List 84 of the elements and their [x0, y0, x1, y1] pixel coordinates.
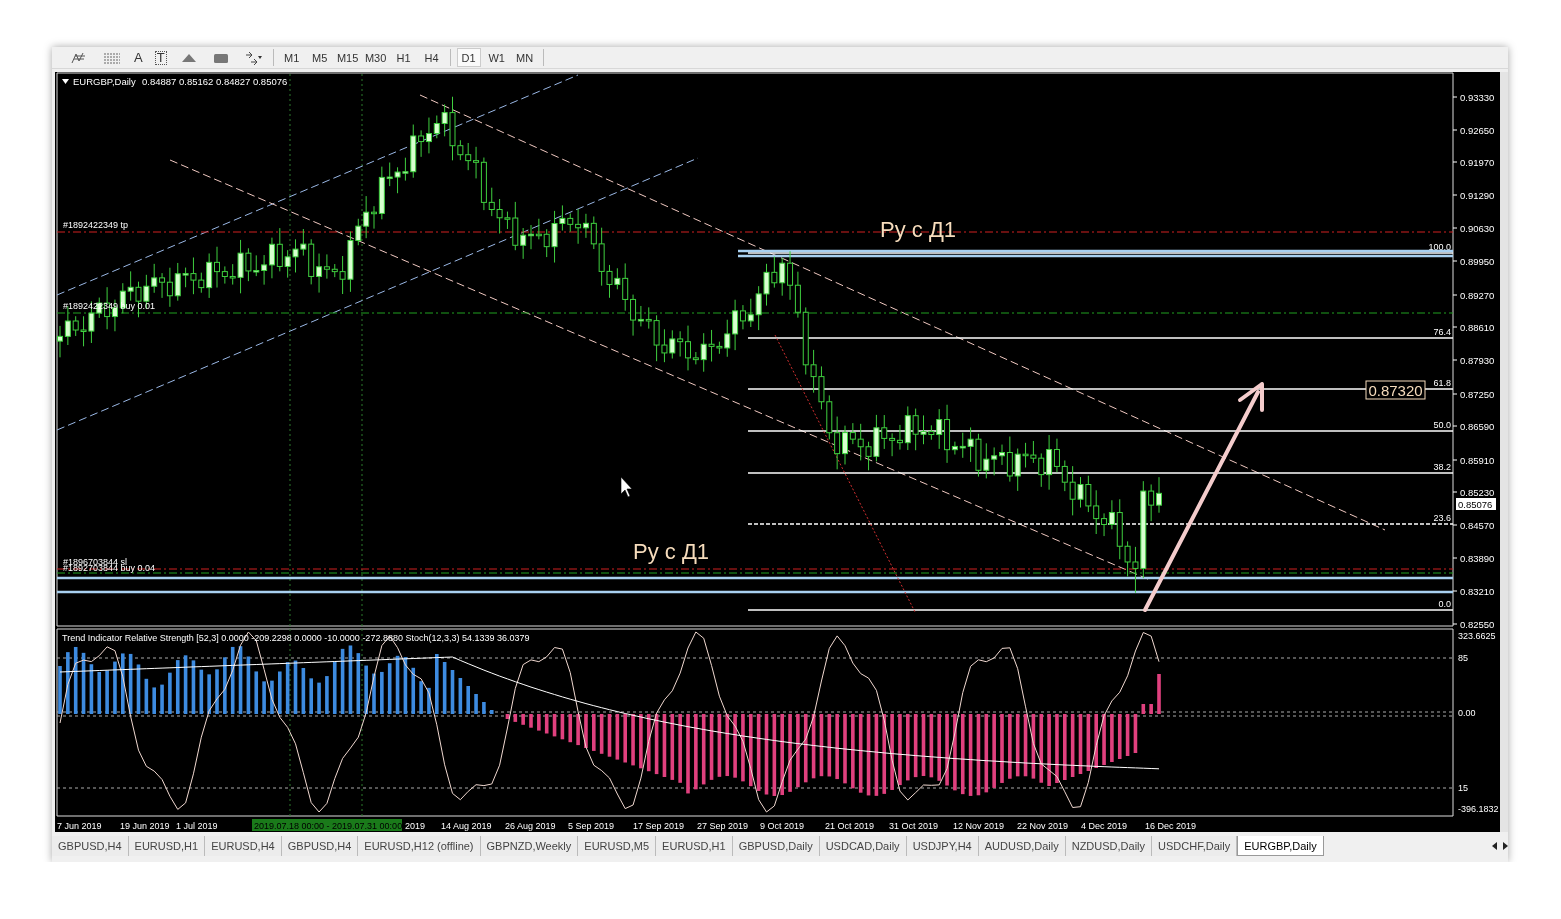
timeframe-button[interactable]: H4: [419, 48, 444, 67]
price-axis-label: 0.89950: [1460, 255, 1495, 267]
chart-tab[interactable]: USDCAD,Daily: [819, 836, 907, 856]
chart-tab[interactable]: EURUSD,H12 (offline): [358, 836, 481, 856]
timeframe-button[interactable]: W1: [484, 48, 509, 67]
date-axis-label: 17 Sep 2019: [633, 821, 685, 831]
chart-tab[interactable]: USDCHF,Daily: [1152, 836, 1238, 856]
fibonacci-level-label: 100.0: [1428, 242, 1451, 252]
mouse-cursor-icon: [620, 476, 633, 498]
fibonacci-level-label: 61.8: [1433, 378, 1451, 388]
price-axis-label: 0.89270: [1460, 289, 1495, 301]
scroll-right-icon[interactable]: [1502, 842, 1508, 850]
timeframe-button[interactable]: D1: [456, 48, 481, 67]
date-axis-label: 2019: [405, 821, 426, 831]
fibonacci-level-label: 23.6: [1433, 513, 1451, 523]
period-range-label: 2019.07.18 00:00 - 2019.07.31 00:00: [252, 819, 403, 831]
indicator-axis-label: 0.00: [1458, 708, 1476, 718]
date-axis-label: 14 Aug 2019: [441, 821, 492, 831]
date-axis-label: 31 Oct 2019: [889, 821, 939, 831]
text-label-tool-button[interactable]: T: [150, 48, 171, 67]
chart-tab[interactable]: AUDUSD,Daily: [978, 836, 1066, 856]
date-axis-label: 5 Sep 2019: [568, 821, 615, 831]
indicator-axis-label: 323.6625: [1458, 631, 1496, 641]
date-axis-label: 1 Jul 2019: [176, 821, 218, 831]
price-axis-label: 0.90630: [1460, 222, 1495, 234]
price-axis-label: 0.91290: [1460, 189, 1495, 201]
date-axis-label: 7 Jun 2019: [57, 821, 102, 831]
chart-tab[interactable]: EURUSD,M5: [578, 836, 657, 856]
chart-tab[interactable]: EURUSD,H1: [656, 836, 733, 856]
price-label: 0.87320: [1365, 380, 1426, 400]
date-axis-label: 16 Dec 2019: [1145, 821, 1197, 831]
fibonacci-level-label: 76.4: [1433, 327, 1451, 337]
price-axis-label: 0.84570: [1460, 519, 1495, 531]
price-axis-label: 0.82550: [1460, 618, 1495, 630]
chart-tab[interactable]: GBPUSD,Daily: [732, 836, 820, 856]
chart-tab[interactable]: USDJPY,H4: [906, 836, 979, 856]
price-axis-label: 0.92650: [1460, 124, 1495, 136]
date-axis-label: 22 Nov 2019: [1017, 821, 1069, 831]
chart-tab[interactable]: NZDUSD,Daily: [1065, 836, 1153, 856]
scrollbar[interactable]: [1500, 72, 1508, 832]
price-axis-label: 0.93330: [1460, 91, 1495, 103]
fibonacci-level-label: 50.0: [1433, 420, 1451, 430]
current-price-label: 0.85076: [1456, 498, 1496, 510]
price-axis-label: 0.83210: [1460, 585, 1495, 597]
price-axis-label: 0.86590: [1460, 420, 1495, 432]
date-axis-label: 19 Jun 2019: [120, 821, 170, 831]
fibonacci-level-label: 38.2: [1433, 462, 1451, 472]
chart-tab[interactable]: GBPUSD,H4: [52, 836, 129, 856]
date-axis-label: 21 Oct 2019: [825, 821, 875, 831]
price-axis-label: 0.87250: [1460, 388, 1495, 400]
scroll-left-icon[interactable]: [1492, 842, 1498, 850]
chart-tab[interactable]: EURUSD,H4: [205, 836, 282, 856]
chart-tab[interactable]: GBPNZD,Weekly: [480, 836, 579, 856]
collapse-triangle-icon[interactable]: [62, 79, 69, 84]
indicator-axis-label: -396.1832: [1458, 804, 1499, 814]
date-axis-label: 26 Aug 2019: [505, 821, 556, 831]
date-axis-label: 9 Oct 2019: [760, 821, 805, 831]
price-axis-label: 0.83890: [1460, 552, 1495, 564]
date-axis-label: 12 Nov 2019: [953, 821, 1005, 831]
timeframe-button[interactable]: M30: [363, 48, 388, 67]
chart-tab[interactable]: EURUSD,H1: [128, 836, 206, 856]
date-axis-label: 27 Sep 2019: [697, 821, 749, 831]
timeframe-button[interactable]: M5: [307, 48, 332, 67]
timeframe-button[interactable]: M15: [335, 48, 360, 67]
chart-tab[interactable]: EURGBP,Daily: [1237, 836, 1324, 856]
ohlc-values: 0.84887 0.85162 0.84827 0.85076: [142, 76, 288, 87]
indicator-axis-label: 85: [1458, 653, 1468, 663]
text-tool-button[interactable]: A: [130, 48, 147, 67]
price-axis-label: 0.85910: [1460, 454, 1495, 466]
fibonacci-level-label: 0.0: [1438, 599, 1451, 609]
indicator-axis-label: 15: [1458, 783, 1468, 793]
chart-symbol: EURGBP,Daily: [73, 76, 136, 87]
order-label: #1892422349 tp: [63, 220, 129, 230]
chart-annotation: Ру с Д1: [633, 539, 710, 564]
price-axis-label: 0.88610: [1460, 321, 1495, 333]
date-axis-label: 4 Dec 2019: [1081, 821, 1128, 831]
chart-annotation: Ру с Д1: [880, 217, 957, 242]
price-axis-label: 0.85230: [1460, 486, 1495, 498]
timeframe-button[interactable]: H1: [391, 48, 416, 67]
price-axis-label: 0.91970: [1460, 156, 1495, 168]
chart-tab[interactable]: GBPUSD,H4: [281, 836, 359, 856]
timeframe-button[interactable]: M1: [279, 48, 304, 67]
price-axis-label: 0.87930: [1460, 354, 1495, 366]
timeframe-button[interactable]: MN: [512, 48, 537, 67]
